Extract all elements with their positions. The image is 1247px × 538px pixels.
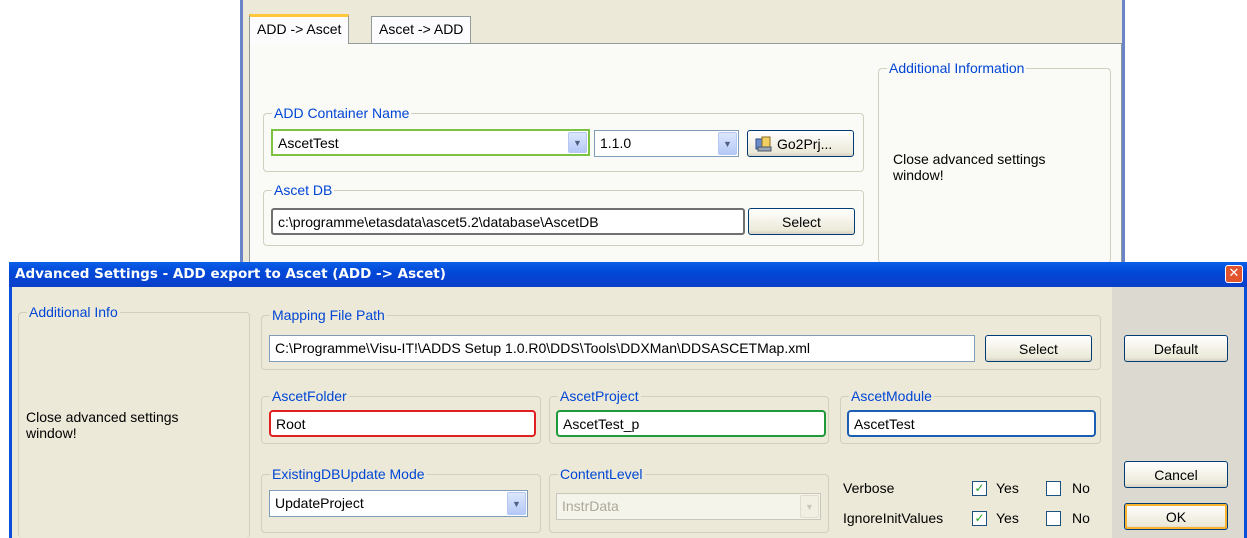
go-to-project-button[interactable]: Go2Prj... xyxy=(747,130,854,157)
update-mode-combo[interactable]: UpdateProject ▼ xyxy=(269,490,528,517)
verbose-label: Verbose xyxy=(843,480,895,496)
content-level-value: InstrData xyxy=(562,498,619,514)
dialog-title: Advanced Settings - ADD export to Ascet … xyxy=(15,266,446,282)
bg-additional-info-group: Additional Information Close advanced se… xyxy=(878,59,1111,263)
mapping-file-path-input[interactable]: C:\Programme\Visu-IT!\ADDS Setup 1.0.R0\… xyxy=(269,335,975,362)
ignore-init-no-checkbox[interactable] xyxy=(1046,511,1061,526)
chevron-down-icon[interactable]: ▼ xyxy=(507,492,526,515)
cancel-button[interactable]: Cancel xyxy=(1124,461,1228,488)
chevron-down-icon[interactable]: ▼ xyxy=(568,132,587,153)
chevron-down-icon[interactable]: ▼ xyxy=(718,132,737,155)
dialog-button-pane xyxy=(1112,287,1244,538)
ignore-init-values-label: IgnoreInitValues xyxy=(843,510,944,526)
container-name-value: AscetTest xyxy=(278,135,339,151)
verbose-yes-checkbox[interactable]: ✓ xyxy=(972,481,987,496)
ascet-folder-title: AscetFolder xyxy=(270,387,349,405)
default-button[interactable]: Default xyxy=(1124,335,1228,362)
mapping-select-button[interactable]: Select xyxy=(985,335,1092,362)
ascet-project-title: AscetProject xyxy=(558,387,641,405)
verbose-no-label: No xyxy=(1072,480,1090,496)
chevron-down-icon: ▼ xyxy=(800,495,819,518)
dialog-title-bar[interactable]: Advanced Settings - ADD export to Ascet … xyxy=(9,262,1247,287)
bg-additional-info-text: Close advanced settings window! xyxy=(893,151,1046,183)
ascet-db-path-input[interactable]: c:\programme\etasdata\ascet5.2\database\… xyxy=(271,208,745,235)
close-icon[interactable]: ✕ xyxy=(1225,265,1243,283)
container-name-combo[interactable]: AscetTest ▼ xyxy=(271,129,590,156)
update-mode-value: UpdateProject xyxy=(275,495,364,511)
ok-button[interactable]: OK xyxy=(1124,503,1228,530)
mapping-file-title: Mapping File Path xyxy=(270,306,387,324)
verbose-no-checkbox[interactable] xyxy=(1046,481,1061,496)
additional-info-text: Close advanced settings window! xyxy=(26,409,179,441)
update-mode-title: ExistingDBUpdate Mode xyxy=(270,465,427,483)
ignore-init-no-label: No xyxy=(1072,510,1090,526)
ascet-project-input[interactable]: AscetTest_p xyxy=(556,410,826,437)
additional-info-group: Additional Info Close advanced settings … xyxy=(18,303,250,538)
ascet-module-input[interactable]: AscetTest xyxy=(847,410,1096,437)
tab-ascet-to-add[interactable]: Ascet -> ADD xyxy=(371,16,472,43)
ascet-module-title: AscetModule xyxy=(849,387,934,405)
content-level-combo: InstrData ▼ xyxy=(556,493,821,520)
ignore-init-yes-checkbox[interactable]: ✓ xyxy=(972,511,987,526)
bg-additional-info-title: Additional Information xyxy=(887,59,1027,77)
ascet-db-title: Ascet DB xyxy=(272,181,335,199)
verbose-yes-label: Yes xyxy=(996,480,1019,496)
go-to-project-label: Go2Prj... xyxy=(777,135,833,152)
content-level-title: ContentLevel xyxy=(558,465,645,483)
project-icon xyxy=(755,136,772,152)
ascet-folder-input[interactable]: Root xyxy=(269,410,536,437)
tab-add-to-ascet[interactable]: ADD -> Ascet xyxy=(249,14,350,44)
container-version-combo[interactable]: 1.1.0 ▼ xyxy=(594,130,739,157)
additional-info-title: Additional Info xyxy=(27,303,120,321)
add-container-title: ADD Container Name xyxy=(272,104,412,122)
ignore-init-yes-label: Yes xyxy=(996,510,1019,526)
tab-panel: ADD Container Name AscetTest ▼ 1.1.0 ▼ G… xyxy=(249,43,1122,263)
container-version-value: 1.1.0 xyxy=(600,135,632,151)
ascet-db-select-button[interactable]: Select xyxy=(748,208,855,235)
